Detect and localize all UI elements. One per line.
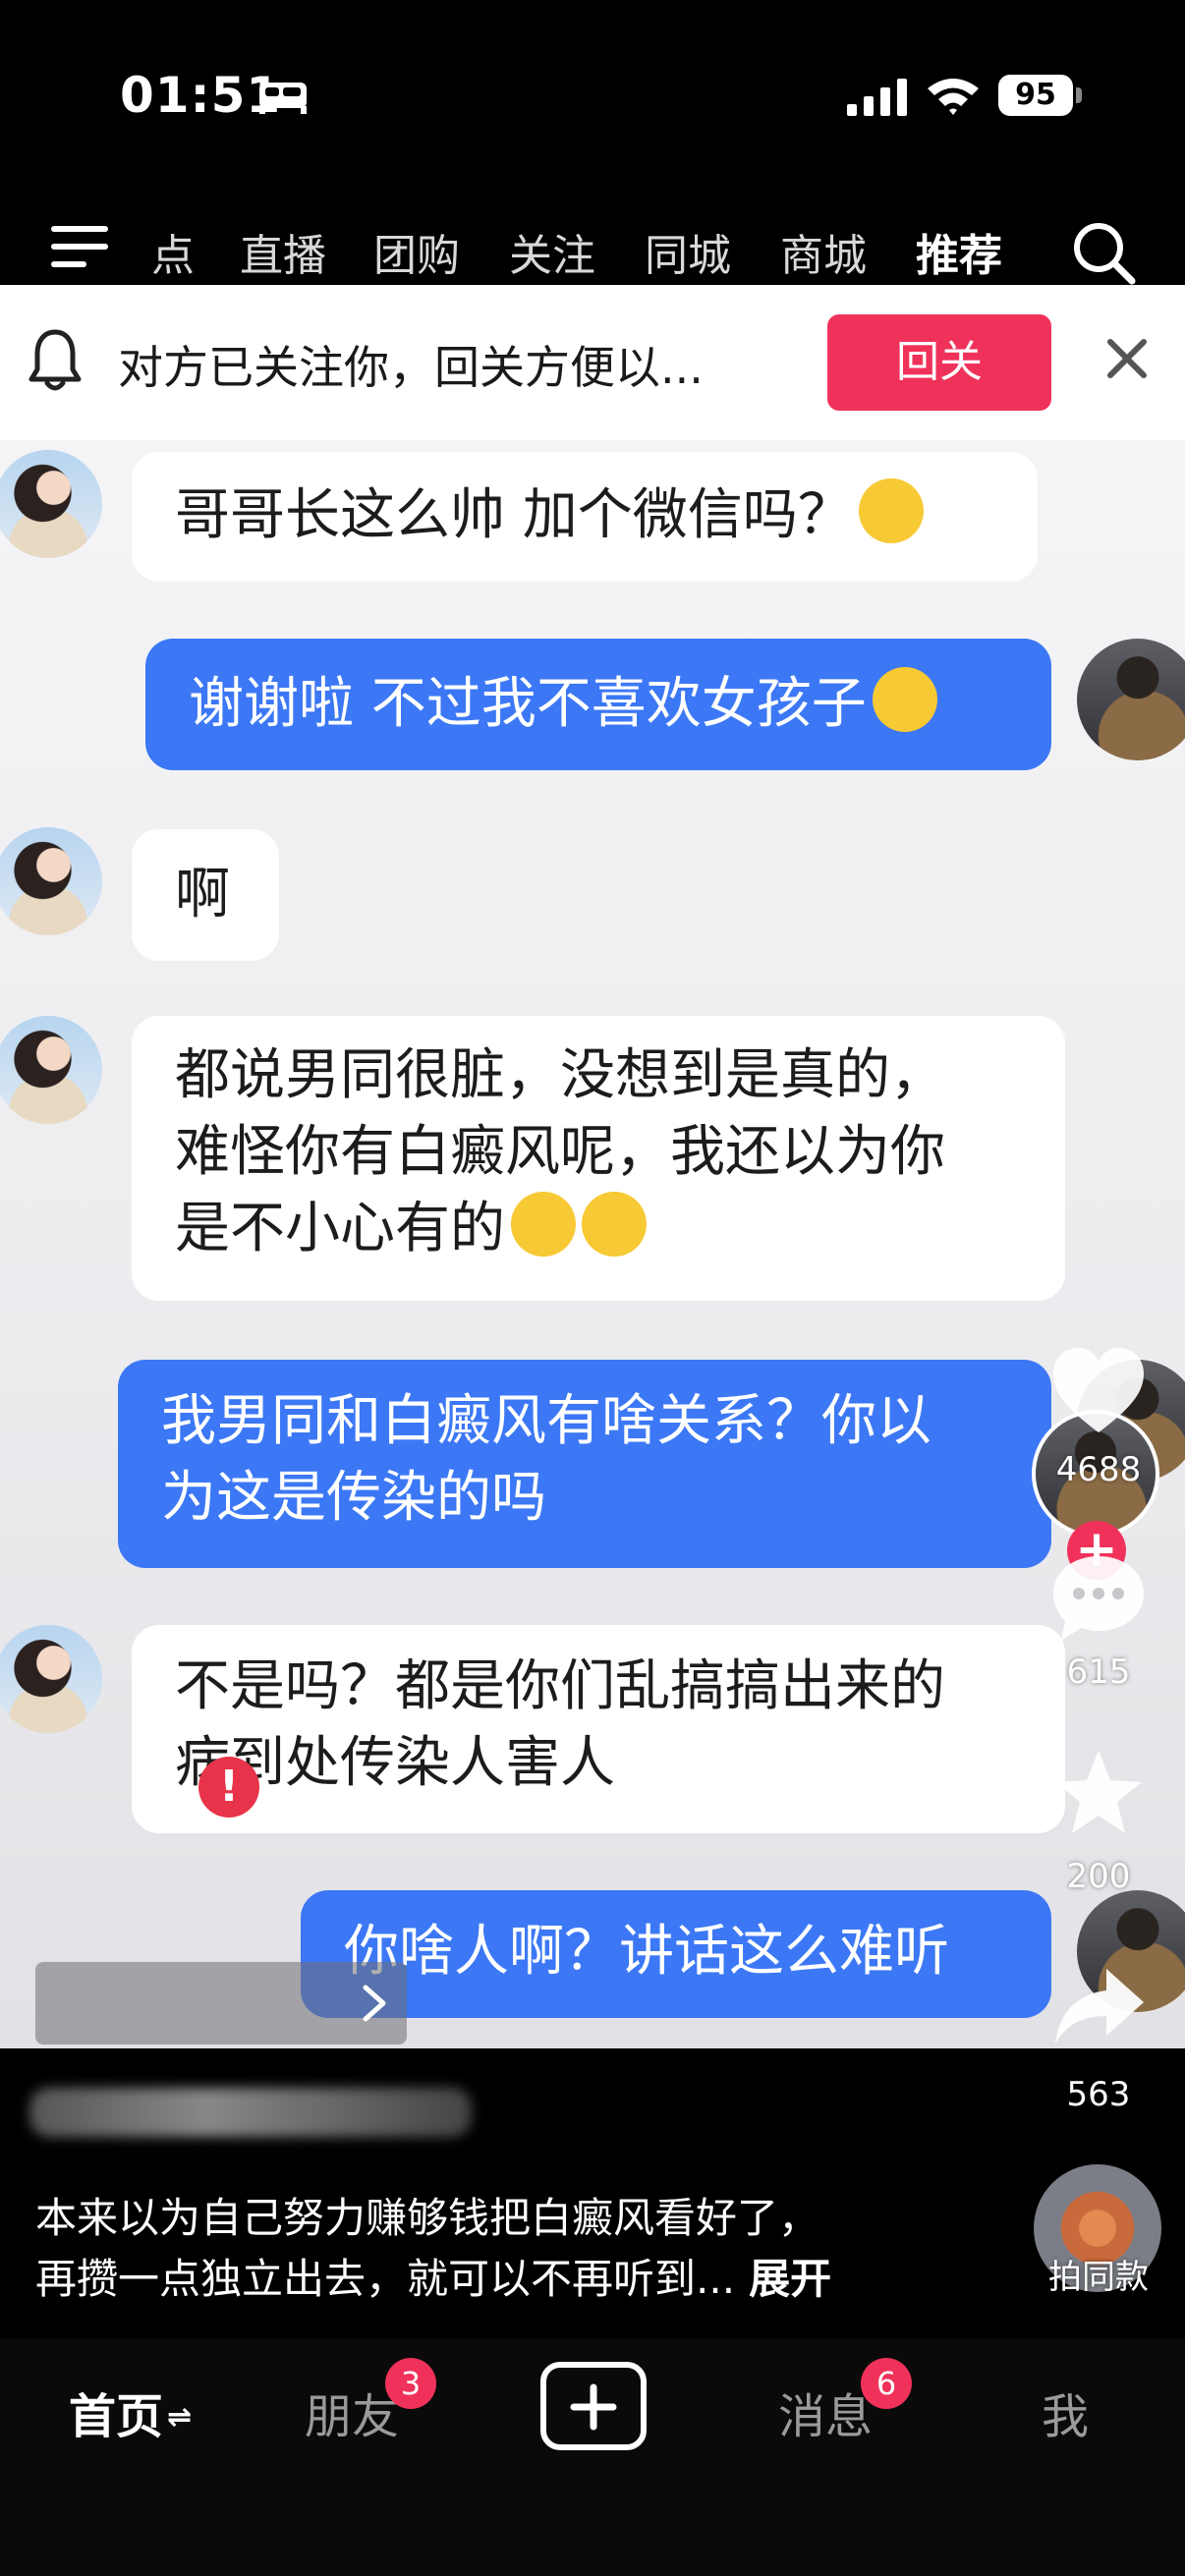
message-bubble-out: 你啥人啊？讲话这么难听 [301, 1890, 1051, 2018]
message-line: 不是吗？都是你们乱搞搞出来的 [175, 1654, 945, 1718]
follow-back-button[interactable]: 回关 [827, 314, 1051, 411]
friends-badge: 3 [385, 2358, 436, 2409]
star-icon[interactable] [1047, 1745, 1150, 1843]
like-count: 4688 [1055, 1450, 1142, 1489]
send-failed-icon: ! [198, 1757, 259, 1818]
message-bubble-in: 哥哥长这么帅 加个微信吗？ [132, 452, 1038, 582]
share-count: 563 [1066, 2075, 1131, 2114]
avatar [0, 1625, 102, 1733]
tab-live[interactable]: 直播 [240, 220, 326, 283]
close-icon[interactable] [1102, 334, 1152, 383]
top-nav: 点 直播 团购 关注 同城 商城 推荐 [0, 206, 1185, 306]
message-line: 我男同和白癜风有啥关系？你以 [161, 1389, 931, 1453]
message-bubble-in: 都说男同很脏，没想到是真的， 难怪你有白癜风呢，我还以为你 是不小心有的 [132, 1016, 1065, 1301]
tab-home-label: 首页 [69, 2389, 164, 2444]
shushing-emoji-icon [872, 667, 937, 732]
tab-local[interactable]: 同城 [645, 220, 731, 283]
message-line: 难怪你有白癜风呢，我还以为你 [175, 1120, 945, 1184]
tab-home[interactable]: 首页 ⇌ [69, 2378, 192, 2446]
avatar [0, 827, 102, 935]
avatar [1077, 639, 1185, 760]
cellular-signal-icon [847, 79, 907, 116]
follow-notification: 对方已关注你，回关方便以... 回关 [0, 285, 1185, 440]
tab-dian[interactable]: 点 [151, 220, 195, 283]
message-line: 为这是传染的吗 [161, 1466, 546, 1530]
bottom-tab-bar: 首页 ⇌ 朋友 3 消息 6 我 [0, 2338, 1185, 2576]
message-bubble-out: 谢谢啦 不过我不喜欢女孩子 [145, 639, 1051, 770]
heart-icon[interactable] [1047, 1344, 1150, 1442]
sleep-focus-icon [259, 83, 307, 114]
tab-messages[interactable]: 消息 [778, 2378, 873, 2446]
status-bar: 01:51 95 [0, 0, 1185, 187]
video-content[interactable]: 对方已关注你，回关方便以... 回关 哥哥长这么帅 加个微信吗？ 谢谢啦 不过我… [0, 285, 1185, 2048]
avatar [0, 1016, 102, 1124]
description-line: 本来以为自己努力赚够钱把白癜风看好了， [35, 2194, 820, 2242]
plus-icon [570, 2383, 617, 2431]
bell-icon [28, 329, 82, 391]
menu-icon[interactable] [51, 224, 112, 269]
favorite-count: 200 [1066, 1857, 1131, 1896]
tab-mall[interactable]: 商城 [780, 220, 867, 283]
share-icon[interactable] [1047, 1961, 1150, 2048]
search-icon[interactable] [1071, 220, 1136, 285]
message-line: 病到处传染人害人 [175, 1731, 615, 1795]
message-text: 谢谢啦 不过我不喜欢女孩子 [189, 672, 867, 736]
create-button[interactable] [540, 2362, 647, 2450]
message-bubble-out: 我男同和白癜风有啥关系？你以 为这是传染的吗 [118, 1360, 1051, 1568]
author-name-blurred[interactable] [29, 2088, 472, 2137]
notification-text: 对方已关注你，回关方便以... [118, 341, 704, 394]
pleading-emoji-icon [858, 478, 924, 543]
message-line: 都说男同很脏，没想到是真的， [175, 1043, 945, 1107]
same-style-label[interactable]: 拍同款 [1032, 2250, 1165, 2298]
comment-icon[interactable] [1047, 1550, 1150, 1649]
tab-me[interactable]: 我 [1042, 2378, 1089, 2446]
message-text: 你啥人啊？讲话这么难听 [344, 1920, 949, 1984]
chevron-right-icon [363, 1985, 386, 2022]
dizzy-emoji-icon [582, 1192, 647, 1257]
description-text: 再攒一点独立出去，就可以不再听到... [35, 2255, 736, 2303]
battery-tip [1076, 87, 1082, 103]
avatar [0, 450, 102, 558]
wifi-icon [928, 79, 979, 115]
message-line: 是不小心有的 [175, 1197, 505, 1260]
tab-group-buy[interactable]: 团购 [373, 220, 460, 283]
tab-recommended[interactable]: 推荐 [916, 220, 1002, 283]
message-text: 哥哥长这么帅 加个微信吗？ [175, 483, 853, 547]
description-line: 再攒一点独立出去，就可以不再听到... 展开 [35, 2246, 831, 2306]
comment-count: 615 [1066, 1652, 1131, 1692]
video-scrubber[interactable] [35, 1962, 407, 2044]
dizzy-emoji-icon [511, 1192, 576, 1257]
tab-following[interactable]: 关注 [509, 220, 595, 283]
expand-link[interactable]: 展开 [749, 2255, 831, 2303]
switch-icon: ⇌ [167, 2400, 193, 2435]
messages-badge: 6 [861, 2358, 912, 2409]
battery-level: 95 [998, 75, 1073, 116]
message-bubble-in: 啊 [132, 829, 279, 961]
message-text: 啊 [175, 863, 230, 926]
message-bubble-in: 不是吗？都是你们乱搞搞出来的 病到处传染人害人 [132, 1625, 1065, 1833]
